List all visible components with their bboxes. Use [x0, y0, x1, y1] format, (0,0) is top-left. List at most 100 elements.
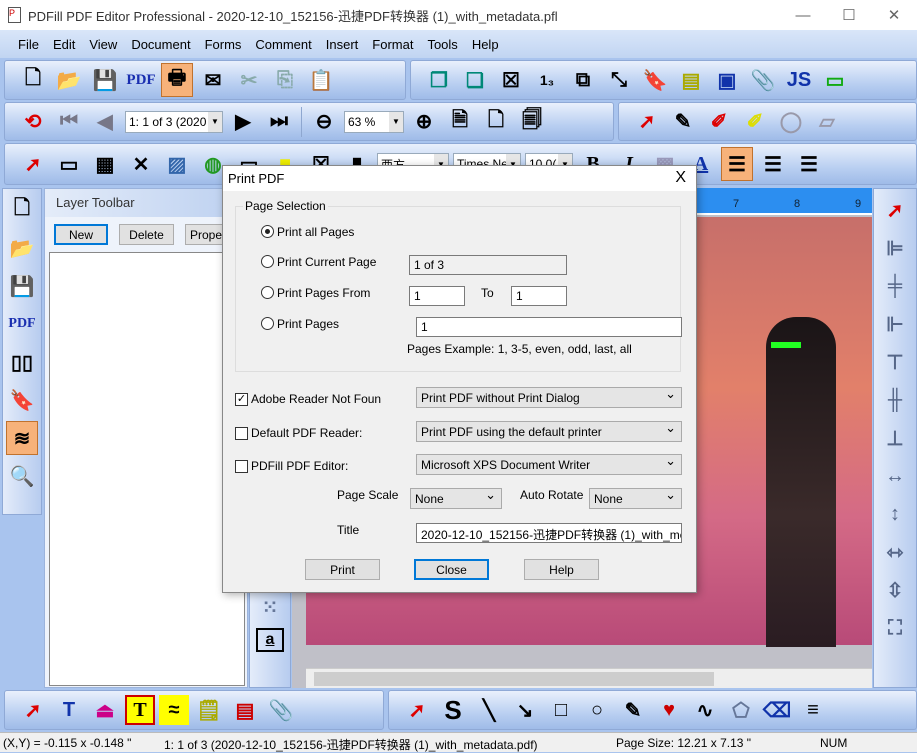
layers-icon[interactable]: ≋: [6, 421, 38, 455]
print-button[interactable]: Print: [305, 559, 380, 580]
line-width-icon[interactable]: ≡: [797, 693, 829, 727]
select-arrow-icon[interactable]: ➚: [17, 147, 49, 181]
text-field-icon[interactable]: T: [53, 693, 85, 727]
strikeout-icon[interactable]: S: [437, 693, 469, 727]
eraser-icon[interactable]: ⌫: [761, 693, 793, 727]
attach-icon[interactable]: 📎: [747, 63, 779, 97]
menu-comment[interactable]: Comment: [255, 37, 311, 52]
menu-forms[interactable]: Forms: [205, 37, 242, 52]
printer-select[interactable]: Microsoft XPS Document Writer: [416, 453, 682, 475]
header-icon[interactable]: ▤: [675, 63, 707, 97]
typewriter-icon[interactable]: T: [125, 695, 155, 725]
horizontal-scrollbar[interactable]: [306, 668, 872, 688]
pdfill-editor-checkbox[interactable]: [235, 460, 248, 473]
split-icon[interactable]: ⧉: [567, 63, 599, 97]
text-box-icon[interactable]: a: [256, 628, 284, 652]
stamp-icon[interactable]: ⏏: [89, 693, 121, 727]
default-reader-checkbox[interactable]: [235, 427, 248, 440]
form-list-icon[interactable]: ▤: [229, 693, 261, 727]
pdf-icon[interactable]: PDF: [6, 307, 38, 341]
text-field-icon[interactable]: ▭: [53, 147, 85, 181]
crop-icon[interactable]: ⤡: [603, 63, 635, 97]
save-icon[interactable]: 💾: [6, 269, 38, 303]
menu-tools[interactable]: Tools: [427, 37, 457, 52]
same-height-icon[interactable]: ↕: [879, 497, 911, 531]
select-arrow-icon[interactable]: ➚: [631, 105, 663, 139]
pages-field[interactable]: 1: [416, 317, 682, 337]
close-button[interactable]: ✕: [871, 0, 917, 30]
radio-print-from-label[interactable]: Print Pages From: [277, 286, 370, 300]
align-right-icon[interactable]: ☰: [793, 147, 825, 181]
shapes-icon[interactable]: ♥: [653, 693, 685, 727]
adobe-reader-checkbox[interactable]: ✓: [235, 393, 248, 406]
print-icon[interactable]: 🖶: [161, 63, 193, 97]
javascript-icon[interactable]: JS: [783, 63, 815, 97]
note-icon[interactable]: 🗒: [193, 693, 225, 727]
align-left-icon[interactable]: ⊫: [879, 231, 911, 265]
new-icon[interactable]: 🗋: [6, 193, 38, 227]
select-arrow-icon[interactable]: ➚: [401, 693, 433, 727]
grid-dots-icon[interactable]: ⁙: [254, 590, 286, 624]
same-width-icon[interactable]: ↔: [879, 459, 911, 493]
zoom-in-icon[interactable]: ⊕: [408, 105, 440, 139]
multi-select-icon[interactable]: ➚: [879, 193, 911, 227]
scrollbar-thumb[interactable]: [314, 672, 714, 686]
align-middle-icon[interactable]: ╫: [879, 383, 911, 417]
zoom-select[interactable]: 63 % ▼: [344, 110, 404, 133]
image-icon[interactable]: ▨: [161, 147, 193, 181]
save-icon[interactable]: 💾: [89, 63, 121, 97]
pdf-icon[interactable]: PDF: [125, 63, 157, 97]
copy-pages-icon[interactable]: ❐: [423, 63, 455, 97]
align-left-icon[interactable]: ☰: [721, 147, 753, 181]
align-right-icon[interactable]: ⊩: [879, 307, 911, 341]
to-page-field[interactable]: 1: [511, 286, 567, 306]
delete-layer-button[interactable]: Delete: [119, 224, 174, 245]
zoom-out-icon[interactable]: ⊖: [308, 105, 340, 139]
new-layer-button[interactable]: New: [54, 224, 108, 245]
open-icon[interactable]: 📂: [6, 231, 38, 265]
attach-icon[interactable]: 📎: [265, 693, 297, 727]
dialog-close-icon[interactable]: X: [675, 169, 686, 187]
from-page-field[interactable]: 1: [409, 286, 465, 306]
align-top-icon[interactable]: ⊤: [879, 345, 911, 379]
actual-size-icon[interactable]: 🗐: [516, 105, 548, 139]
page-number-icon[interactable]: 1₃: [531, 63, 563, 97]
rectangle-icon[interactable]: □: [545, 693, 577, 727]
page-select[interactable]: 1: 1 of 3 (2020 ▼: [125, 110, 223, 133]
thumbnails-icon[interactable]: ▯▯: [6, 345, 38, 379]
delete-x-icon[interactable]: ✕: [125, 147, 157, 181]
last-page-icon[interactable]: ⏭: [263, 105, 295, 139]
radio-print-pages[interactable]: [261, 317, 274, 330]
select-arrow-icon[interactable]: ➚: [17, 693, 49, 727]
radio-print-pages-label[interactable]: Print Pages: [277, 317, 339, 331]
radio-print-current[interactable]: [261, 255, 274, 268]
title-field[interactable]: 2020-12-10_152156-迅捷PDF转换器 (1)_with_meta…: [416, 523, 682, 543]
tag-icon[interactable]: ▭: [819, 63, 851, 97]
copy-icon[interactable]: ⎘: [269, 63, 301, 97]
minimize-button[interactable]: —: [780, 0, 826, 30]
refresh-icon[interactable]: ⟲: [17, 105, 49, 139]
auto-rotate-select[interactable]: None: [589, 487, 682, 509]
radio-print-all[interactable]: [261, 225, 274, 238]
pen-icon[interactable]: ✎: [617, 693, 649, 727]
align-bottom-icon[interactable]: ⊥: [879, 421, 911, 455]
previous-page-icon[interactable]: ◀: [89, 105, 121, 139]
page-scale-select[interactable]: None: [410, 487, 502, 509]
fit-width-icon[interactable]: 🗋: [480, 105, 512, 139]
radio-print-current-label[interactable]: Print Current Page: [277, 255, 376, 269]
default-reader-select[interactable]: Print PDF using the default printer: [416, 420, 682, 442]
space-horizontal-icon[interactable]: ⇿: [879, 535, 911, 569]
watermark-icon[interactable]: ▣: [711, 63, 743, 97]
bookmark-icon[interactable]: 🔖: [639, 63, 671, 97]
fit-page-icon[interactable]: 🗎: [444, 105, 476, 139]
menu-view[interactable]: View: [89, 37, 117, 52]
radio-print-all-label[interactable]: Print all Pages: [277, 225, 354, 239]
new-icon[interactable]: 🗋: [17, 63, 49, 97]
help-button[interactable]: Help: [524, 559, 599, 580]
menu-format[interactable]: Format: [372, 37, 413, 52]
center-page-icon[interactable]: ⛶: [879, 611, 911, 645]
paste-icon[interactable]: 📋: [305, 63, 337, 97]
red-marker-icon[interactable]: ✐: [703, 105, 735, 139]
bookmarks-icon[interactable]: 🔖: [6, 383, 38, 417]
wave-text-icon[interactable]: ≈: [159, 695, 189, 725]
